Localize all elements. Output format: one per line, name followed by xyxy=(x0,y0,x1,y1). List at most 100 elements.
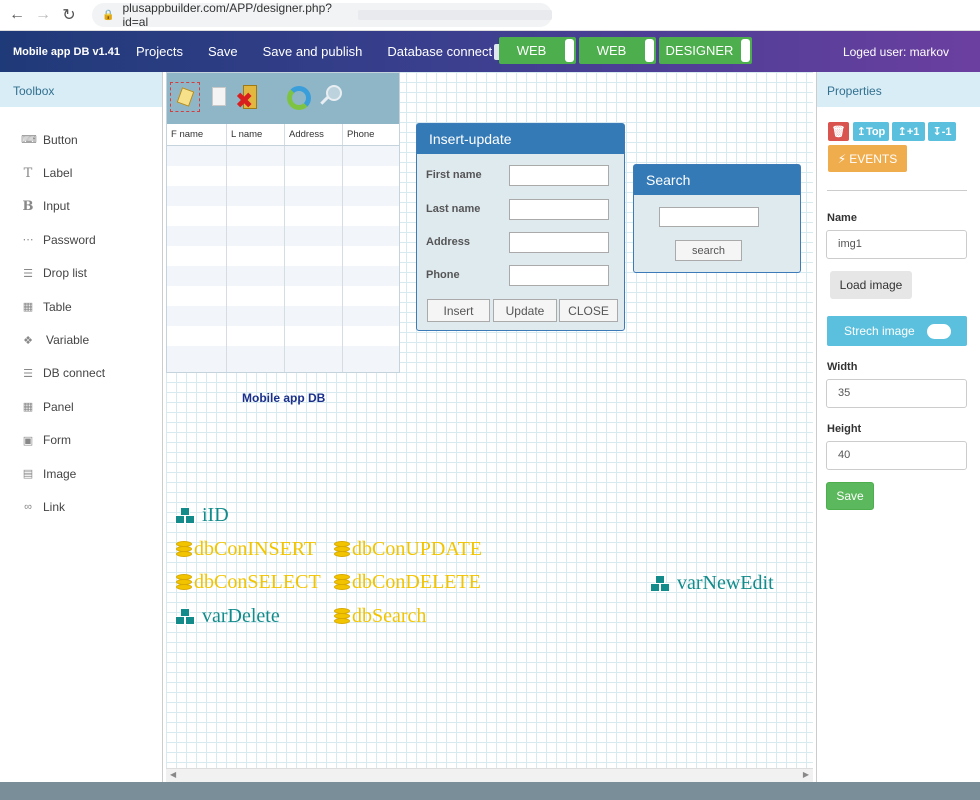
bottom-status-bar xyxy=(0,782,980,800)
mode-web-button-1[interactable]: WEB xyxy=(499,37,576,64)
mode-web-label-1: WEB xyxy=(516,43,547,58)
properties-panel: Properties 🗑 ↥ Top ↥ +1 ↧ -1 ⚡ EVENTS Name i… xyxy=(816,72,980,782)
events-button[interactable]: ⚡ EVENTS xyxy=(828,145,907,172)
back-icon[interactable]: ← xyxy=(4,2,30,28)
strech-image-toggle[interactable]: Strech image xyxy=(827,316,967,346)
phone-input[interactable] xyxy=(509,264,609,286)
column-header[interactable]: L name xyxy=(227,124,285,145)
address-input[interactable] xyxy=(509,231,609,253)
data-grid-widget[interactable]: ✖ F name L name Address Phone xyxy=(166,72,400,373)
tool-label[interactable]: T Label xyxy=(0,156,162,189)
db-conn-insert[interactable]: dbConINSERT xyxy=(175,538,316,561)
variable-label: varDelete xyxy=(202,605,280,627)
tool-button[interactable]: ⌨ Button xyxy=(0,123,162,156)
reload-icon[interactable]: ↻ xyxy=(56,2,82,28)
tool-panel[interactable]: ▦ Panel xyxy=(0,390,162,423)
move-top-button[interactable]: ↥ Top xyxy=(853,122,889,141)
height-input[interactable]: 40 xyxy=(826,441,967,470)
address-bar[interactable]: 🔒 plusappbuilder.com/APP/designer.php?id… xyxy=(92,1,552,29)
delete-trash-button[interactable]: 🗑 xyxy=(828,122,849,141)
toggle-switch[interactable] xyxy=(927,324,951,339)
table-row xyxy=(167,326,399,346)
tool-drop-list[interactable]: ☰ Drop list xyxy=(0,257,162,290)
database-icon xyxy=(333,540,351,560)
dots-icon: ⋯ xyxy=(22,234,34,247)
mode-designer-button[interactable]: DESIGNER xyxy=(659,37,752,64)
search-panel[interactable]: Search search xyxy=(633,164,801,273)
variable-iid[interactable]: iID xyxy=(175,504,229,527)
menu-save[interactable]: Save xyxy=(208,44,238,59)
close-button[interactable]: CLOSE xyxy=(559,299,618,322)
database-icon xyxy=(333,573,351,593)
column-header[interactable]: Address xyxy=(285,124,343,145)
app-title: Mobile app DB v1.41 xyxy=(13,45,120,58)
address-row: Address xyxy=(426,231,609,253)
tool-link[interactable]: ∞ Link xyxy=(0,490,162,523)
variable-delete[interactable]: varDelete xyxy=(175,605,280,628)
tool-image[interactable]: ▤ Image xyxy=(0,457,162,490)
tool-label: Password xyxy=(43,232,96,247)
db-search[interactable]: dbSearch xyxy=(333,605,426,628)
forward-icon[interactable]: → xyxy=(30,2,56,28)
bold-b-icon: B xyxy=(22,198,34,214)
width-label: Width xyxy=(827,361,858,373)
db-conn-select[interactable]: dbConSELECT xyxy=(175,571,321,594)
tool-table[interactable]: ▦ Table xyxy=(0,290,162,323)
column-header[interactable]: Phone xyxy=(343,124,399,145)
button-icon: ⌨ xyxy=(21,134,37,147)
load-image-button[interactable]: Load image xyxy=(830,271,912,299)
column-header[interactable]: F name xyxy=(167,124,227,145)
lock-icon: 🔒 xyxy=(102,9,115,21)
designer-canvas[interactable]: ✖ F name L name Address Phone Insert-upd… xyxy=(166,72,813,782)
insert-button[interactable]: Insert xyxy=(427,299,490,322)
search-button[interactable]: search xyxy=(675,240,742,261)
tool-label: Link xyxy=(43,499,66,514)
grid-header: F name L name Address Phone xyxy=(167,124,399,146)
canvas-label[interactable]: Mobile app DB xyxy=(242,391,325,405)
table-row xyxy=(167,206,399,226)
tool-password[interactable]: ⋯ Password xyxy=(0,223,162,256)
refresh-icon[interactable] xyxy=(285,84,311,112)
database-icon xyxy=(175,573,193,593)
cubes-icon: ❖ xyxy=(23,334,33,347)
link-icon: ∞ xyxy=(24,500,32,513)
search-title: Search xyxy=(634,165,800,195)
horizontal-scrollbar[interactable]: ◀ ▶ xyxy=(166,768,813,782)
width-input[interactable]: 35 xyxy=(826,379,967,408)
db-label: dbSearch xyxy=(352,605,427,627)
menu-save-and-publish[interactable]: Save and publish xyxy=(263,44,363,59)
tool-variable[interactable]: ❖ Variable xyxy=(0,323,162,356)
menu-database-connect[interactable]: Database connect xyxy=(387,43,514,63)
delete-book-icon[interactable]: ✖ xyxy=(235,84,261,112)
menu-projects[interactable]: Projects xyxy=(136,44,183,59)
db-label: dbConDELETE xyxy=(352,571,481,593)
browser-toolbar: ← → ↻ 🔒 plusappbuilder.com/APP/designer.… xyxy=(0,0,980,31)
tool-form[interactable]: ▣ Form xyxy=(0,424,162,457)
save-properties-button[interactable]: Save xyxy=(826,482,874,510)
insert-update-panel[interactable]: Insert-update First name Last name Addre… xyxy=(416,123,625,331)
db-conn-update[interactable]: dbConUPDATE xyxy=(333,538,482,561)
search-input[interactable] xyxy=(659,207,759,227)
db-conn-delete[interactable]: dbConDELETE xyxy=(333,571,481,594)
name-input[interactable]: img1 xyxy=(826,230,967,259)
tool-db-connect[interactable]: ☰ DB connect xyxy=(0,357,162,390)
table-row xyxy=(167,226,399,246)
mode-web-button-2[interactable]: WEB xyxy=(579,37,656,64)
app-header: Mobile app DB v1.41 Projects Save Save a… xyxy=(0,31,980,72)
panel-icon: ▦ xyxy=(22,401,34,414)
tool-input[interactable]: B Input xyxy=(0,190,162,223)
new-page-icon[interactable] xyxy=(208,84,234,112)
toolbox-panel: Toolbox ⌨ Button T Label B Input ⋯ Password … xyxy=(0,72,163,782)
move-down-button[interactable]: ↧ -1 xyxy=(928,122,956,141)
move-up-button[interactable]: ↥ +1 xyxy=(892,122,925,141)
first-name-input[interactable] xyxy=(509,164,609,186)
scroll-left-icon[interactable]: ◀ xyxy=(170,770,176,779)
magnifier-icon[interactable] xyxy=(316,84,342,112)
last-name-input[interactable] xyxy=(509,198,609,220)
edit-pencil-icon[interactable] xyxy=(170,82,200,112)
update-button[interactable]: Update xyxy=(493,299,557,322)
first-name-row: First name xyxy=(426,164,609,186)
scroll-right-icon[interactable]: ▶ xyxy=(803,770,809,779)
table-row xyxy=(167,346,399,372)
variable-newedit[interactable]: varNewEdit xyxy=(650,572,774,595)
